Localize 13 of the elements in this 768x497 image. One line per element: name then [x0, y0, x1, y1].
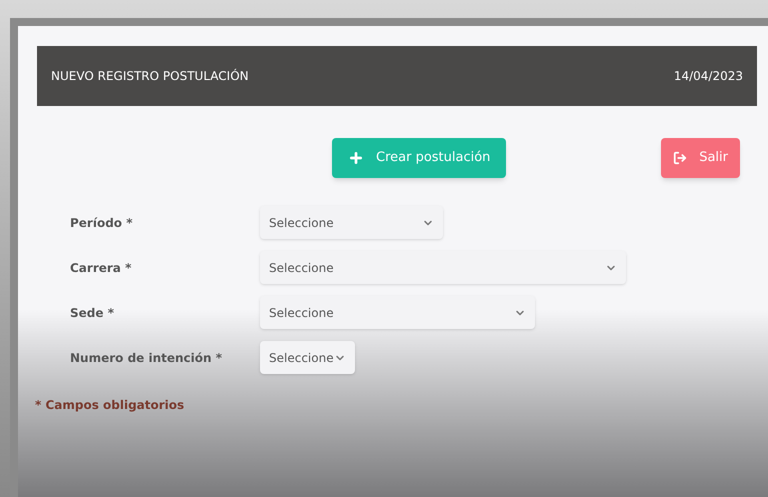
exit-icon [673, 151, 688, 165]
select-field[interactable]: Seleccione [260, 341, 355, 374]
select-field[interactable]: Seleccione [260, 251, 626, 284]
field-label: Período * [70, 214, 134, 232]
field-label: Sede * [70, 304, 115, 322]
select-field[interactable]: Seleccione [260, 296, 535, 329]
header-date: 14/04/2023 [674, 68, 743, 85]
header-title: NUEVO REGISTRO POSTULACIÓN [51, 68, 249, 85]
required-note: * Campos obligatorios [35, 398, 184, 412]
field-label: Numero de intención * [70, 350, 224, 366]
field-label: Carrera * [70, 260, 132, 276]
plus-icon [348, 150, 364, 166]
select-field[interactable]: Seleccione [260, 206, 443, 239]
